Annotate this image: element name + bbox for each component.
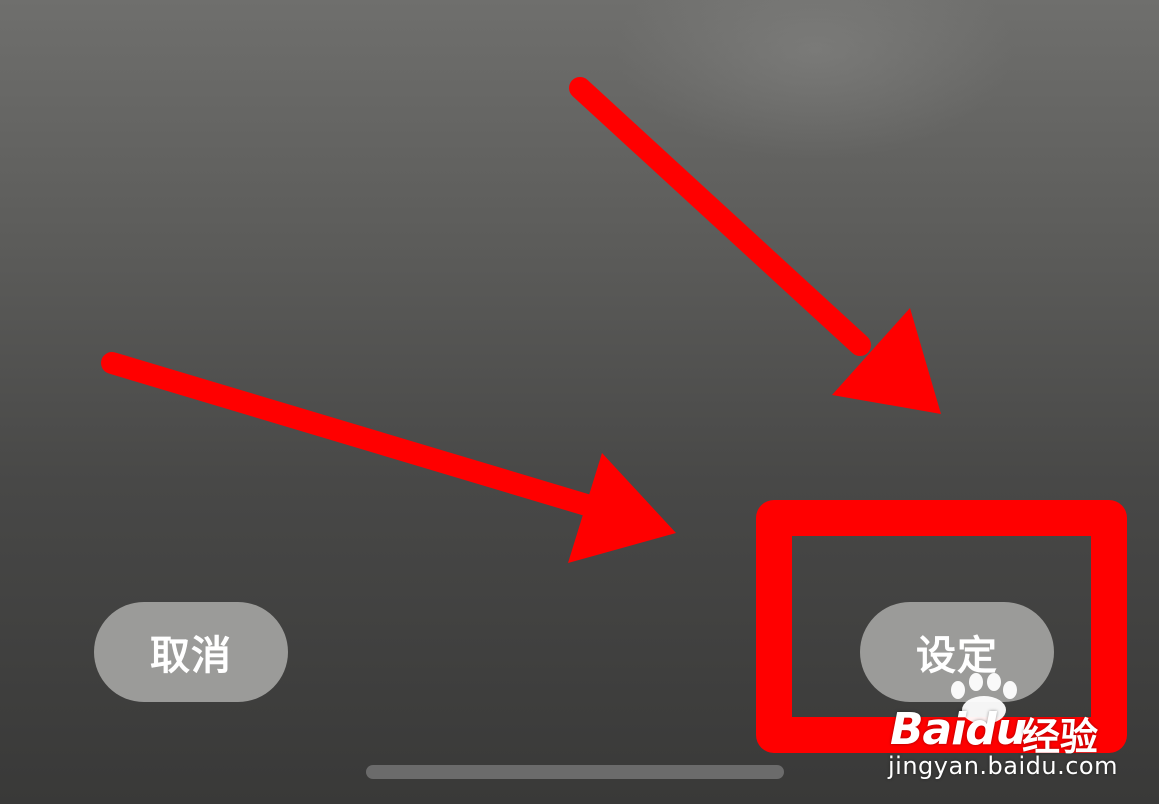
arrow-annotation-upper: [569, 77, 941, 414]
annotation-overlay: [101, 77, 1017, 724]
watermark-url: jingyan.baidu.com: [888, 752, 1118, 780]
watermark-brand: Baidu: [890, 704, 1027, 755]
home-indicator[interactable]: [366, 765, 784, 779]
arrow-annotation-lower: [101, 352, 676, 563]
